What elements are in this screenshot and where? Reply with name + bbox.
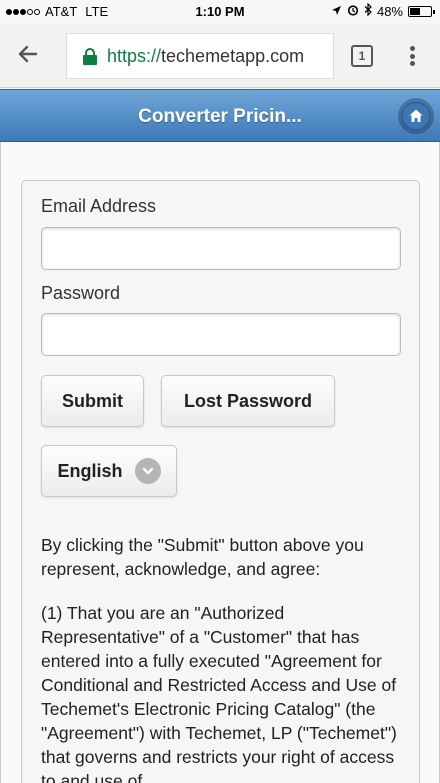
lock-icon — [83, 48, 97, 65]
terms-clause-1: (1) That you are an "Authorized Represen… — [41, 603, 397, 783]
lost-password-button[interactable]: Lost Password — [161, 375, 335, 427]
location-arrow-icon — [331, 4, 342, 19]
status-bar: AT&T LTE 1:10 PM 48% — [0, 0, 440, 24]
home-button[interactable] — [398, 98, 434, 134]
page-title: Converter Pricin... — [138, 106, 302, 127]
alarm-icon — [347, 4, 359, 19]
language-selected-label: English — [57, 460, 123, 481]
tab-switcher-button[interactable]: 1 — [351, 45, 373, 67]
browser-toolbar: https://techemetapp.com 1 — [0, 24, 440, 88]
submit-button[interactable]: Submit — [41, 375, 144, 427]
language-select[interactable]: English — [41, 445, 177, 497]
chevron-down-icon — [134, 458, 161, 484]
overflow-menu-icon[interactable] — [404, 42, 420, 70]
password-label: Password — [41, 283, 121, 303]
back-arrow-icon[interactable] — [16, 42, 46, 72]
battery-icon — [408, 5, 435, 17]
status-right: 48% — [331, 2, 435, 19]
address-bar[interactable]: https://techemetapp.com — [66, 33, 334, 79]
battery-percent: 48% — [376, 3, 403, 19]
url-host: techemetapp.com — [161, 45, 305, 66]
main-content: Email Address Password Submit Lost Passw… — [0, 142, 440, 783]
url-scheme: https:// — [107, 45, 162, 66]
login-form: Email Address Password Submit Lost Passw… — [21, 180, 420, 783]
password-field[interactable] — [41, 313, 401, 356]
url-text: https://techemetapp.com — [107, 46, 304, 67]
home-icon — [402, 102, 430, 130]
terms-intro: By clicking the "Submit" button above yo… — [41, 535, 364, 579]
email-field[interactable] — [41, 227, 401, 270]
app-header: Converter Pricin... — [0, 89, 440, 142]
email-label: Email Address — [41, 196, 157, 216]
bluetooth-icon — [364, 2, 372, 19]
